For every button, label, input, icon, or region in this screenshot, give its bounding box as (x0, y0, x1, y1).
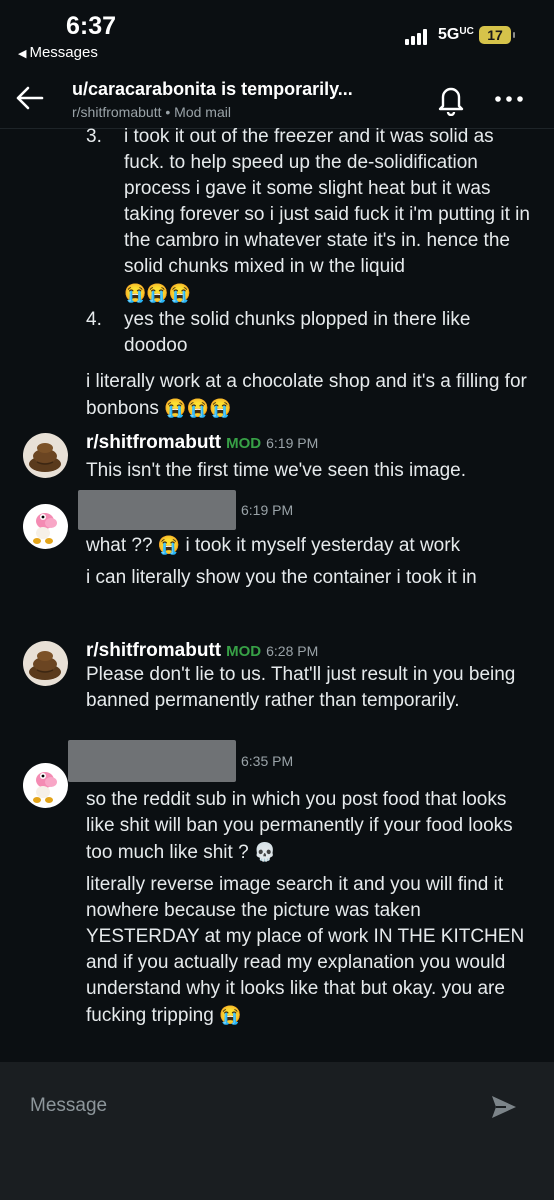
skull-emoji: 💀 (253, 842, 277, 862)
loudly-crying-emoji: 😭😭😭 (124, 283, 192, 303)
conversation-header: u/caracarabonita is temporarily... r/shi… (0, 70, 554, 129)
clock: 6:37 (66, 12, 117, 40)
message-meta: r/shitfromabutt MOD 6:19 PM (86, 432, 318, 454)
author-name[interactable]: r/shitfromabutt (86, 640, 221, 661)
back-arrow-icon[interactable] (12, 80, 48, 116)
timestamp: 6:19 PM (266, 435, 319, 451)
message-meta: 6:35 PM (68, 740, 293, 782)
bell-icon[interactable] (434, 82, 468, 116)
back-to-messages-link[interactable]: ◀ Messages (18, 44, 98, 61)
poop-avatar-icon (29, 651, 61, 680)
message-text: Please don't lie to us. That'll just res… (86, 664, 516, 711)
list-item-text: i took it out of the freezer and it was … (124, 126, 530, 303)
yoshi-avatar-icon (33, 513, 57, 544)
status-bar: 6:37 ◀ Messages 5GUC 17 (0, 0, 554, 70)
conversation-subtitle: r/shitfromabutt • Mod mail (72, 104, 231, 120)
timestamp: 6:19 PM (241, 502, 294, 518)
list-item-text: yes the solid chunks plopped in there li… (124, 309, 471, 356)
send-icon[interactable] (488, 1092, 520, 1122)
mod-mail-label: Mod mail (174, 104, 231, 120)
avatar[interactable] (23, 763, 68, 808)
avatar[interactable] (23, 641, 68, 686)
avatar[interactable] (23, 433, 68, 478)
subreddit-link[interactable]: r/shitfromabutt (72, 104, 161, 120)
separator: • (165, 104, 171, 120)
message-text: so the reddit sub in which you post food… (86, 789, 513, 863)
message-body: This isn't the first time we've seen thi… (86, 458, 536, 484)
message-meta: r/shitfromabutt MOD 6:28 PM (86, 640, 318, 662)
message-composer: Message (0, 1062, 554, 1200)
message-text: literally reverse image search it and yo… (86, 874, 525, 1026)
loudly-crying-emoji: 😭😭😭 (164, 398, 232, 418)
timestamp: 6:35 PM (241, 753, 294, 769)
message-input[interactable]: Message (30, 1095, 107, 1117)
loudly-crying-emoji: 😭 (157, 535, 181, 555)
message-text: i can literally show you the container i… (86, 567, 477, 588)
more-icon[interactable] (492, 86, 526, 112)
redacted-username (78, 490, 236, 530)
loudly-crying-emoji: 😭 (219, 1005, 242, 1025)
network-indicator: 5GUC (438, 26, 474, 43)
yoshi-avatar-icon (33, 772, 57, 803)
list-item: 3. i took it out of the freezer and it w… (86, 124, 536, 307)
back-triangle-icon: ◀ (18, 48, 27, 60)
message-text: what ?? 😭 i took it myself yesterday at … (86, 535, 461, 556)
poop-avatar-icon (29, 443, 61, 472)
conversation-title: u/caracarabonita is temporarily... (72, 79, 353, 99)
message-body: Please don't lie to us. That'll just res… (86, 662, 536, 714)
avatar[interactable] (23, 504, 68, 549)
message-continuation: 3. i took it out of the freezer and it w… (86, 124, 536, 422)
list-item: 4. yes the solid chunks plopped in there… (48, 307, 536, 359)
mod-badge: MOD (226, 435, 262, 452)
timestamp: 6:28 PM (266, 643, 319, 659)
redacted-username (68, 740, 236, 782)
message-text: This isn't the first time we've seen thi… (86, 460, 467, 481)
message-meta: 6:19 PM (78, 490, 293, 530)
back-app-label: Messages (29, 44, 98, 61)
signal-icon (405, 29, 431, 45)
message-body: what ?? 😭 i took it myself yesterday at … (86, 532, 536, 591)
battery-icon: 17 (479, 26, 515, 44)
message-text: i literally work at a chocolate shop and… (86, 371, 527, 419)
author-name[interactable]: r/shitfromabutt (86, 432, 221, 453)
mod-badge: MOD (226, 643, 262, 660)
message-body: so the reddit sub in which you post food… (86, 787, 536, 1029)
